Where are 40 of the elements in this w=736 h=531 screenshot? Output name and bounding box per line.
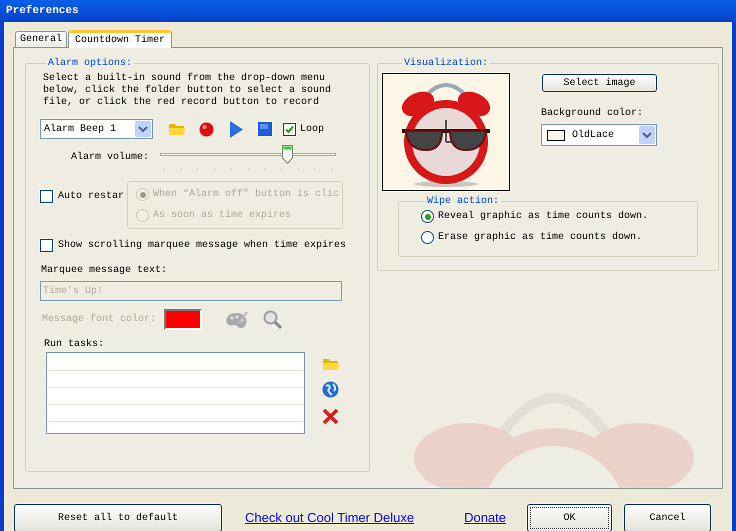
select-image-button[interactable]: Select image bbox=[542, 74, 657, 92]
checkbox[interactable] bbox=[40, 190, 53, 203]
radio-button[interactable] bbox=[421, 231, 434, 244]
tab[interactable]: Countdown Timer bbox=[68, 30, 172, 48]
checkbox[interactable] bbox=[283, 122, 296, 136]
reset-button[interactable]: Reset all to default bbox=[14, 504, 222, 531]
sound-dropdown[interactable]: Alarm Beep 1 bbox=[40, 119, 153, 139]
group-title: Alarm options: bbox=[47, 56, 134, 71]
tasks-list[interactable] bbox=[46, 352, 305, 434]
instructions-text: Select a built-in sound from the drop-down menu below, click the folder button to select a sound file, or click the red record button to record bbox=[43, 73, 332, 109]
field-label: Run tasks: bbox=[44, 338, 106, 352]
field-label: Marquee message text: bbox=[41, 264, 168, 278]
radio-button[interactable] bbox=[421, 210, 434, 223]
checkbox-label: Show scrolling marquee message when time expires bbox=[58, 238, 346, 253]
tab[interactable]: General bbox=[15, 31, 68, 47]
slider-thumb[interactable] bbox=[282, 145, 294, 164]
color-dropdown[interactable]: OldLace bbox=[541, 124, 657, 146]
globe-icon[interactable] bbox=[322, 381, 339, 398]
ok-button[interactable]: OK bbox=[527, 504, 612, 531]
radio-label: Reveal graphic as time counts down. bbox=[438, 210, 648, 224]
delete-icon[interactable] bbox=[322, 408, 339, 425]
promo-link[interactable]: Check out Cool Timer Deluxe bbox=[245, 508, 414, 528]
field-label: Background color: bbox=[541, 106, 644, 121]
radio-label: When “Alarm off” button is clic bbox=[153, 188, 340, 202]
record-icon[interactable] bbox=[199, 122, 214, 136]
radio-label: Erase graphic as time counts down. bbox=[438, 230, 642, 245]
checkbox[interactable] bbox=[40, 239, 53, 252]
dropdown-value: OldLace bbox=[572, 128, 614, 142]
radio-label: As soon as time expires bbox=[153, 208, 292, 223]
checkbox-label: Loop bbox=[300, 122, 324, 136]
window-title: Preferences bbox=[6, 4, 79, 19]
group-title: Visualization: bbox=[403, 56, 490, 71]
cancel-button[interactable]: Cancel bbox=[624, 504, 711, 531]
checkbox-label: Auto restar bbox=[58, 190, 124, 204]
slider-label: Alarm volume: bbox=[71, 150, 150, 165]
donate-link[interactable]: Donate bbox=[464, 508, 506, 528]
play-icon[interactable] bbox=[229, 120, 243, 138]
magnifier-icon[interactable] bbox=[263, 310, 282, 329]
group-title: Wipe action: bbox=[426, 194, 500, 209]
field-label: Message font color: bbox=[42, 312, 158, 327]
